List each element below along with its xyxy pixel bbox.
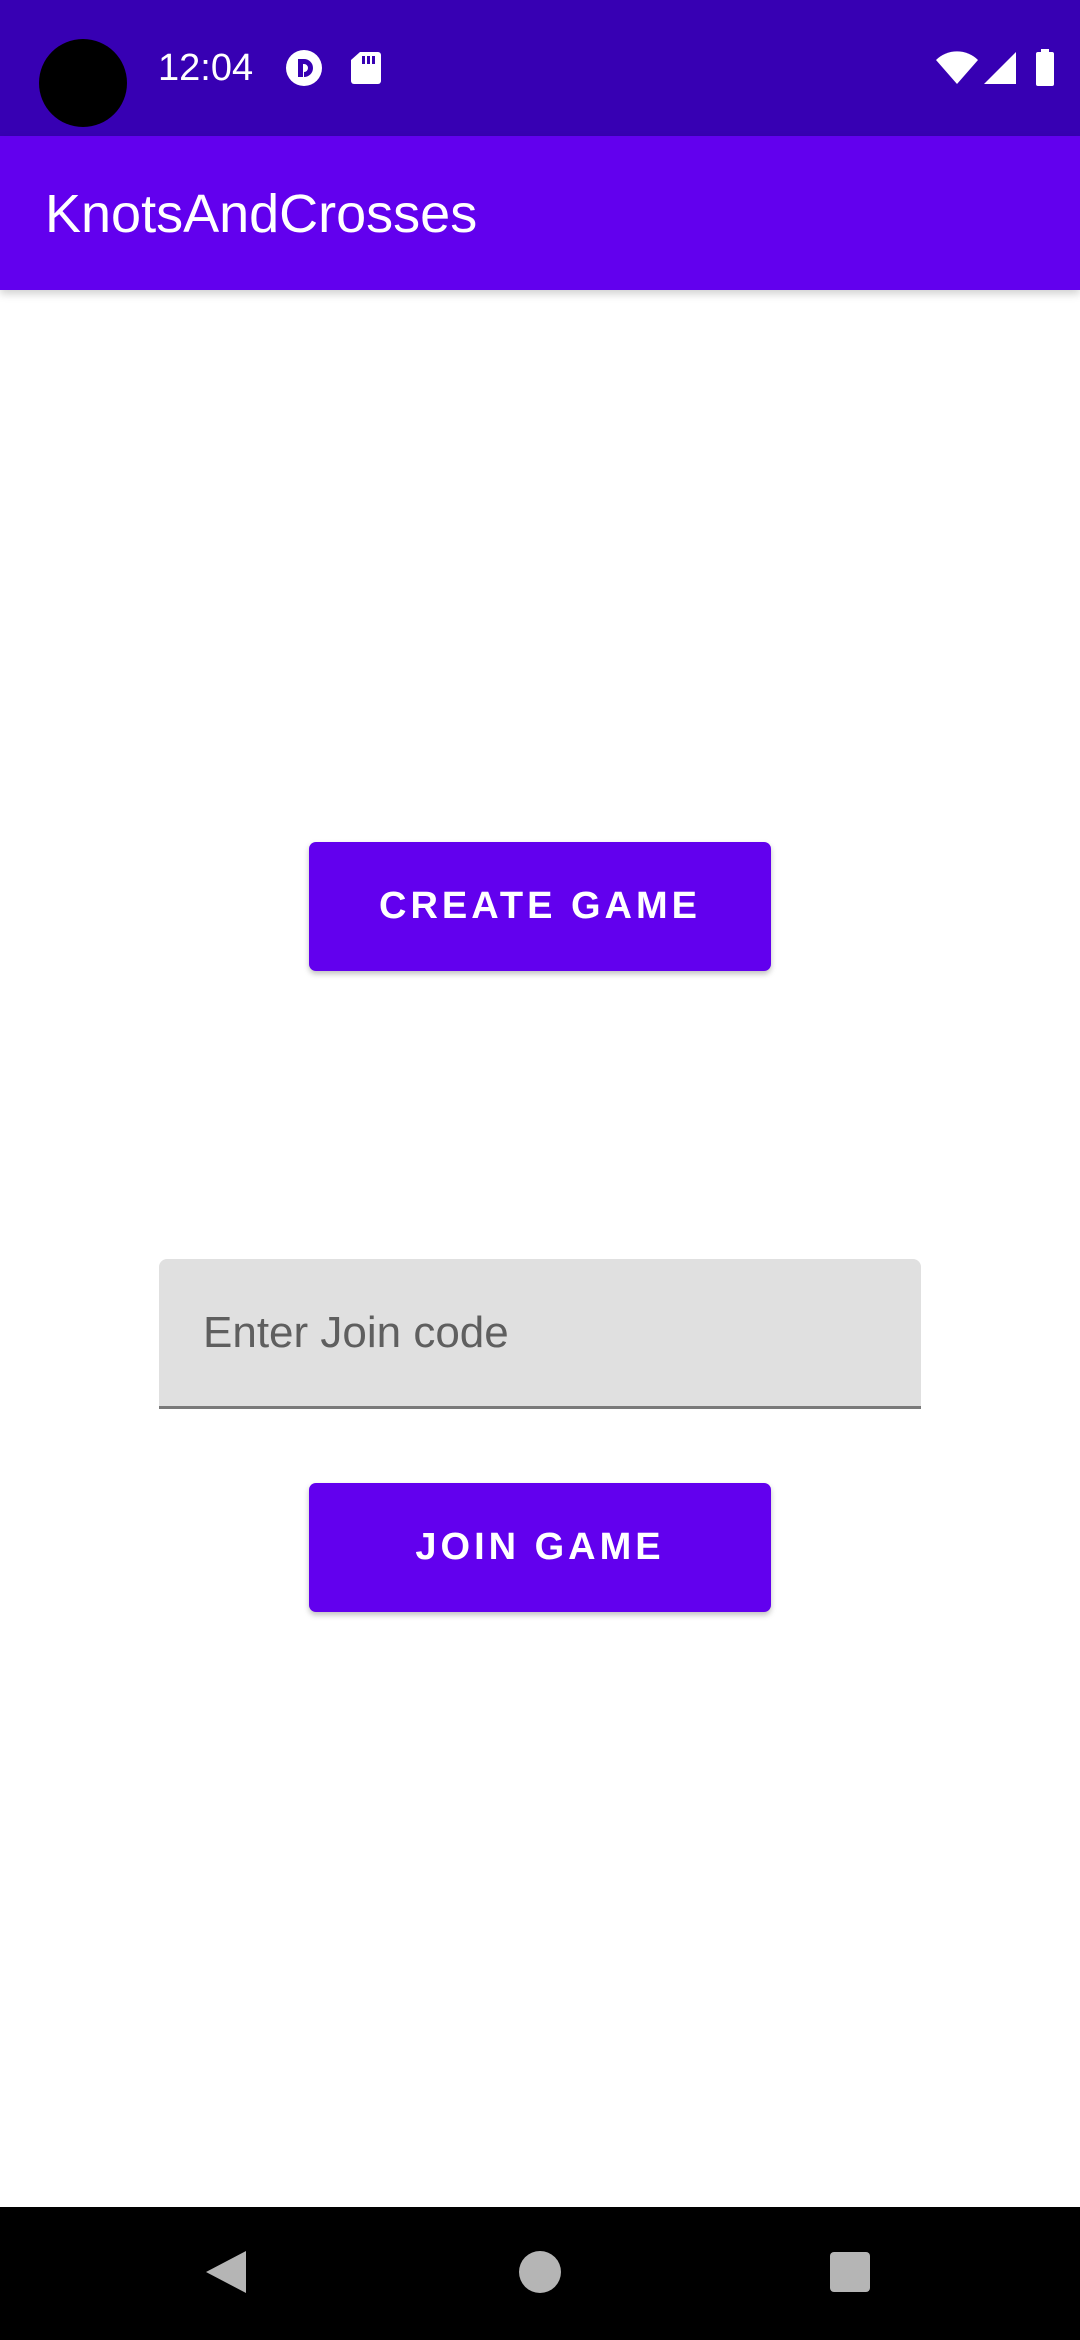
status-time: 12:04 [158,47,254,89]
app-bar: KnotsAndCrosses [0,136,1080,290]
navigation-bar [0,2207,1080,2340]
sd-card-icon [351,52,381,84]
join-game-button[interactable]: JOIN GAME [309,1483,771,1612]
pocket-casts-icon [286,50,322,86]
screen: 12:04 KnotsAndCrosses CREATE GAME JOIN G… [0,0,1080,2340]
camera-cutout [39,39,127,127]
battery-icon [1036,49,1054,86]
back-icon[interactable] [186,2237,266,2307]
app-title: KnotsAndCrosses [45,184,478,244]
status-bar: 12:04 [0,0,1080,136]
join-code-field[interactable] [159,1259,921,1409]
recents-icon[interactable] [810,2237,890,2307]
create-game-button[interactable]: CREATE GAME [309,842,771,971]
join-code-input[interactable] [203,1259,893,1406]
wifi-icon [936,51,978,84]
home-icon[interactable] [500,2237,580,2307]
cell-signal-icon [984,52,1016,84]
